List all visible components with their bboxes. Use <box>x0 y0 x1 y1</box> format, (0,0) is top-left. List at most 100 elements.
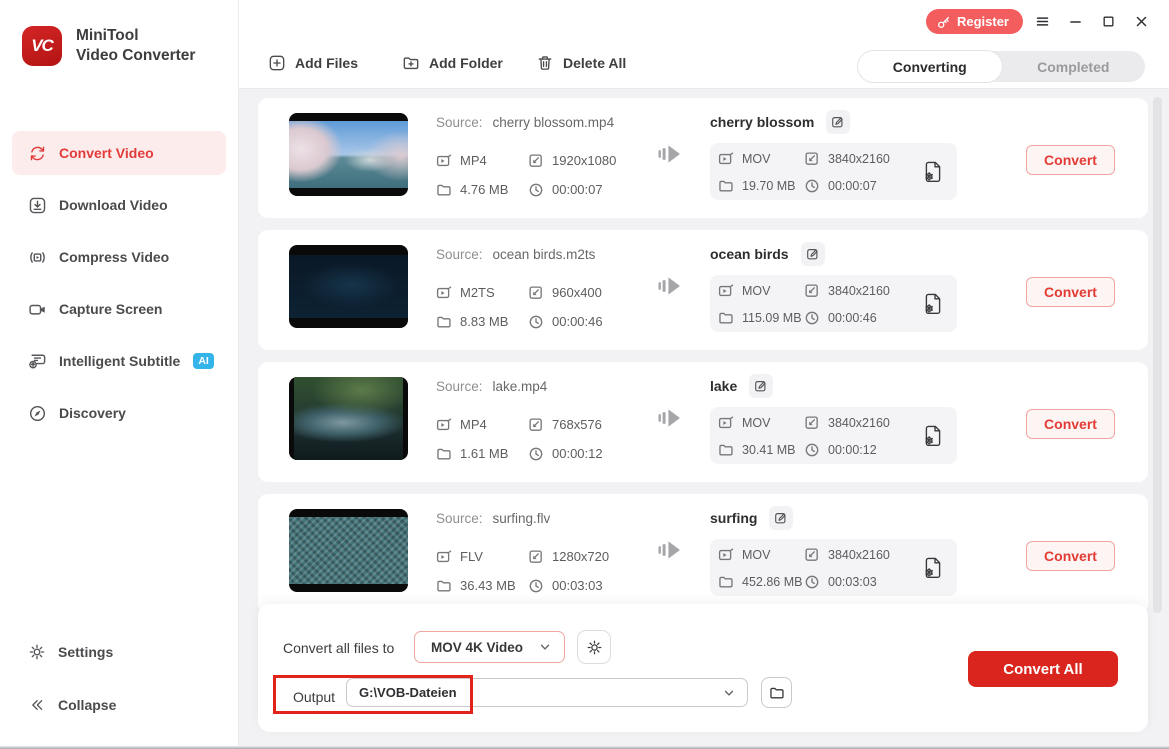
key-icon <box>937 15 951 29</box>
output-format: MOV <box>742 416 770 430</box>
source-duration: 00:00:12 <box>552 446 603 461</box>
file-video-icon <box>718 547 734 563</box>
output-duration: 00:00:12 <box>828 443 877 457</box>
file-video-icon <box>436 153 452 169</box>
output-format: MOV <box>742 152 770 166</box>
source-size: 36.43 MB <box>460 578 516 593</box>
file-row: Source:lake.mp4 MP4 768x576 1.61 MB 00:0… <box>258 362 1148 482</box>
forward-arrow-icon <box>658 405 684 431</box>
convert-all-button[interactable]: Convert All <box>968 651 1118 687</box>
output-settings-icon[interactable] <box>922 556 944 580</box>
convert-button[interactable]: Convert <box>1026 541 1115 571</box>
output-path-value: G:\VOB-Dateien <box>347 685 722 700</box>
source-size: 4.76 MB <box>460 182 508 197</box>
resolution-icon <box>804 415 820 431</box>
sidebar-item-label: Download Video <box>59 197 168 213</box>
video-thumbnail <box>289 113 408 196</box>
download-icon <box>28 196 47 215</box>
resolution-icon <box>528 285 544 301</box>
source-resolution: 1920x1080 <box>552 153 616 168</box>
folder-icon <box>436 182 452 198</box>
output-format-dropdown[interactable]: MOV 4K Video <box>414 631 565 663</box>
source-resolution: 960x400 <box>552 285 602 300</box>
convert-button[interactable]: Convert <box>1026 277 1115 307</box>
convert-button[interactable]: Convert <box>1026 409 1115 439</box>
output-size: 452.86 MB <box>742 575 802 589</box>
source-format: M2TS <box>460 285 495 300</box>
output-size: 19.70 MB <box>742 179 796 193</box>
sidebar-item-intelligent-subtitle[interactable]: Intelligent Subtitle AI <box>12 339 226 383</box>
resolution-icon <box>528 549 544 565</box>
sidebar-item-label: Intelligent Subtitle <box>59 353 180 369</box>
rename-button[interactable] <box>749 374 773 398</box>
ai-badge: AI <box>193 353 214 369</box>
output-info-box: MOV 3840x2160 30.41 MB 00:00:12 <box>710 407 957 464</box>
sidebar-item-capture-screen[interactable]: Capture Screen <box>12 287 226 331</box>
collapse-button[interactable]: Collapse <box>12 685 226 725</box>
sidebar-item-discovery[interactable]: Discovery <box>12 391 226 435</box>
add-files-button[interactable]: Add Files <box>268 54 358 72</box>
folder-icon <box>436 314 452 330</box>
sidebar-item-download-video[interactable]: Download Video <box>12 183 226 227</box>
output-resolution: 3840x2160 <box>828 152 890 166</box>
settings-button[interactable]: Settings <box>12 632 226 672</box>
output-settings-icon[interactable] <box>922 292 944 316</box>
menu-button[interactable] <box>1029 10 1056 34</box>
browse-folder-button[interactable] <box>761 677 792 708</box>
minimize-button[interactable] <box>1062 10 1089 34</box>
source-duration: 00:00:07 <box>552 182 603 197</box>
sidebar: VC MiniTool Video Converter Convert Vide… <box>0 0 239 749</box>
tab-completed[interactable]: Completed <box>1002 51 1146 82</box>
edit-icon <box>774 511 788 525</box>
rename-button[interactable] <box>769 506 793 530</box>
scrollbar-thumb[interactable] <box>1153 97 1162 613</box>
sidebar-item-convert-video[interactable]: Convert Video <box>12 131 226 175</box>
file-video-icon <box>718 283 734 299</box>
source-resolution: 1280x720 <box>552 549 609 564</box>
add-folder-button[interactable]: Add Folder <box>402 54 503 72</box>
output-size: 30.41 MB <box>742 443 796 457</box>
titlebar-controls: Register <box>926 9 1155 34</box>
source-format: MP4 <box>460 417 487 432</box>
format-settings-button[interactable] <box>577 630 611 664</box>
chevrons-left-icon <box>28 696 46 714</box>
file-row: Source:cherry blossom.mp4 MP4 1920x1080 … <box>258 98 1148 218</box>
output-settings-icon[interactable] <box>922 160 944 184</box>
subtitle-icon <box>28 352 47 371</box>
resolution-icon <box>804 283 820 299</box>
rename-button[interactable] <box>826 110 850 134</box>
output-resolution: 3840x2160 <box>828 284 890 298</box>
source-label: Source: <box>436 115 483 130</box>
folder-icon <box>436 446 452 462</box>
folder-icon <box>436 578 452 594</box>
convert-icon <box>28 144 47 163</box>
output-duration: 00:00:07 <box>828 179 877 193</box>
file-row: Source:surfing.flv FLV 1280x720 36.43 MB… <box>258 494 1148 614</box>
delete-all-button[interactable]: Delete All <box>536 54 626 72</box>
collapse-label: Collapse <box>58 697 116 713</box>
output-settings-icon[interactable] <box>922 424 944 448</box>
sidebar-item-compress-video[interactable]: Compress Video <box>12 235 226 279</box>
plus-square-icon <box>268 54 286 72</box>
file-video-icon <box>436 549 452 565</box>
discovery-icon <box>28 404 47 423</box>
output-info-box: MOV 3840x2160 452.86 MB 00:03:03 <box>710 539 957 596</box>
output-name: lake <box>710 378 737 394</box>
rename-button[interactable] <box>801 242 825 266</box>
edit-icon <box>806 247 820 261</box>
forward-arrow-icon <box>658 273 684 299</box>
output-path-dropdown[interactable]: G:\VOB-Dateien <box>346 678 748 707</box>
gear-icon <box>586 639 603 656</box>
edit-icon <box>831 115 845 129</box>
resolution-icon <box>528 153 544 169</box>
maximize-button[interactable] <box>1095 10 1122 34</box>
tab-converting[interactable]: Converting <box>858 51 1002 82</box>
file-video-icon <box>718 415 734 431</box>
output-info-box: MOV 3840x2160 115.09 MB 00:00:46 <box>710 275 957 332</box>
convert-button[interactable]: Convert <box>1026 145 1115 175</box>
register-button[interactable]: Register <box>926 9 1023 34</box>
minimize-icon <box>1068 14 1083 29</box>
clock-icon <box>804 442 820 458</box>
resolution-icon <box>804 547 820 563</box>
close-button[interactable] <box>1128 10 1155 34</box>
